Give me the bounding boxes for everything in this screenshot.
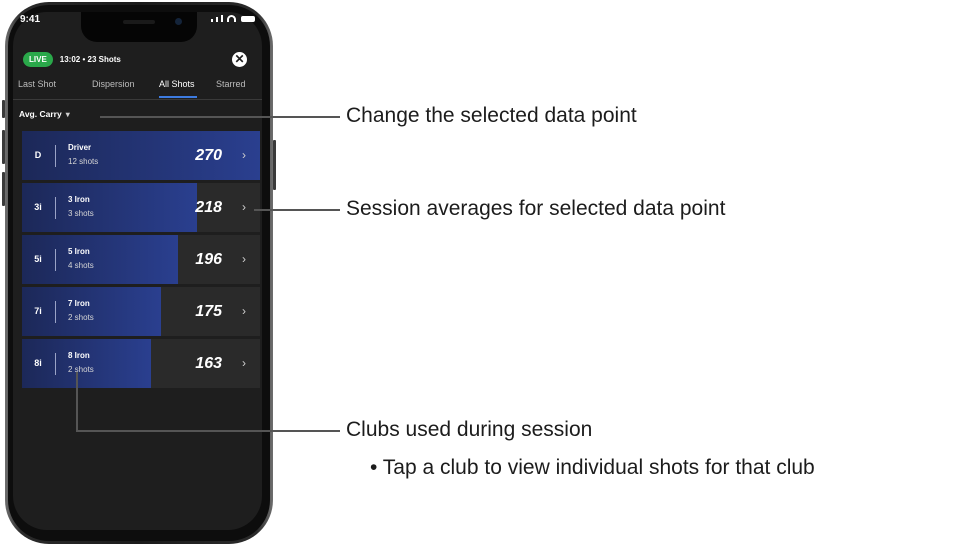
club-divider bbox=[55, 353, 56, 375]
session-header: LIVE 13:02 • 23 Shots bbox=[23, 52, 121, 67]
club-name: 3 Iron bbox=[68, 195, 90, 204]
club-row[interactable]: 5i 5 Iron 4 shots 196 › bbox=[22, 235, 260, 284]
annotation-line-metric bbox=[100, 116, 340, 118]
club-name: 7 Iron bbox=[68, 299, 90, 308]
annotation-metric: Change the selected data point bbox=[346, 104, 637, 127]
status-time: 9:41 bbox=[20, 14, 41, 25]
club-row[interactable]: 3i 3 Iron 3 shots 218 › bbox=[22, 183, 260, 232]
club-average-value: 218 bbox=[195, 199, 222, 216]
club-shot-count: 4 shots bbox=[68, 261, 94, 270]
mute-switch bbox=[2, 100, 5, 118]
club-row[interactable]: D Driver 12 shots 270 › bbox=[22, 131, 260, 180]
annotation-line-clubs-vertical bbox=[76, 372, 78, 432]
annotation-averages: Session averages for selected data point bbox=[346, 197, 726, 220]
volume-down-button bbox=[2, 172, 5, 206]
chevron-right-icon: › bbox=[242, 304, 246, 318]
club-row[interactable]: 7i 7 Iron 2 shots 175 › bbox=[22, 287, 260, 336]
club-name: 8 Iron bbox=[68, 351, 90, 360]
volume-up-button bbox=[2, 130, 5, 164]
signal-icon bbox=[211, 19, 213, 22]
club-abbr: 7i bbox=[34, 306, 42, 316]
status-icons bbox=[211, 15, 255, 22]
club-abbr: D bbox=[34, 150, 42, 160]
club-abbr: 5i bbox=[34, 254, 42, 264]
chevron-right-icon: › bbox=[242, 356, 246, 370]
club-shot-count: 2 shots bbox=[68, 313, 94, 322]
camera-icon bbox=[175, 18, 182, 25]
club-row[interactable]: 8i 8 Iron 2 shots 163 › bbox=[22, 339, 260, 388]
chevron-down-icon: ▾ bbox=[65, 110, 70, 119]
live-badge: LIVE bbox=[23, 52, 53, 67]
speaker-grille bbox=[123, 20, 155, 24]
club-average-value: 196 bbox=[195, 251, 222, 268]
club-divider bbox=[55, 249, 56, 271]
club-list: D Driver 12 shots 270 › 3i 3 Iron 3 shots 218 › 5i… bbox=[22, 131, 260, 391]
chevron-right-icon: › bbox=[242, 200, 246, 214]
club-shot-count: 12 shots bbox=[68, 157, 99, 166]
club-abbr: 8i bbox=[34, 358, 42, 368]
club-divider bbox=[55, 197, 56, 219]
club-average-value: 175 bbox=[195, 303, 222, 320]
signal-icon bbox=[216, 17, 218, 22]
tab-last-shot[interactable]: Last Shot bbox=[18, 79, 56, 89]
chevron-right-icon: › bbox=[242, 252, 246, 266]
club-name: Driver bbox=[68, 143, 92, 152]
club-shot-count: 3 shots bbox=[68, 209, 94, 218]
close-icon[interactable]: ✕ bbox=[232, 52, 247, 67]
club-bar bbox=[22, 131, 260, 180]
signal-icon bbox=[221, 15, 223, 22]
club-shot-count: 2 shots bbox=[68, 365, 94, 374]
notch bbox=[81, 12, 197, 42]
tabs-divider bbox=[13, 99, 262, 100]
tab-all-shots[interactable]: All Shots bbox=[159, 79, 195, 89]
metric-dropdown-label: Avg. Carry bbox=[19, 109, 62, 119]
club-average-value: 163 bbox=[195, 355, 222, 372]
annotation-clubs-bullet: • Tap a club to view individual shots fo… bbox=[370, 456, 815, 479]
annotation-clubs: Clubs used during session bbox=[346, 418, 593, 441]
club-average-value: 270 bbox=[195, 147, 222, 164]
tab-bar: Last Shot Dispersion All Shots Starred bbox=[18, 79, 258, 97]
battery-icon bbox=[241, 16, 255, 22]
chevron-right-icon: › bbox=[242, 148, 246, 162]
club-abbr: 3i bbox=[34, 202, 42, 212]
wifi-icon bbox=[227, 15, 236, 22]
annotation-line-clubs bbox=[76, 430, 340, 432]
club-name: 5 Iron bbox=[68, 247, 90, 256]
annotation-line-averages bbox=[254, 209, 340, 211]
metric-dropdown[interactable]: Avg. Carry ▾ bbox=[19, 109, 70, 119]
club-divider bbox=[55, 301, 56, 323]
active-tab-indicator bbox=[159, 96, 197, 98]
power-button bbox=[273, 140, 276, 190]
tab-starred[interactable]: Starred bbox=[216, 79, 246, 89]
session-info: 13:02 • 23 Shots bbox=[59, 55, 121, 64]
club-divider bbox=[55, 145, 56, 167]
tab-dispersion[interactable]: Dispersion bbox=[92, 79, 135, 89]
